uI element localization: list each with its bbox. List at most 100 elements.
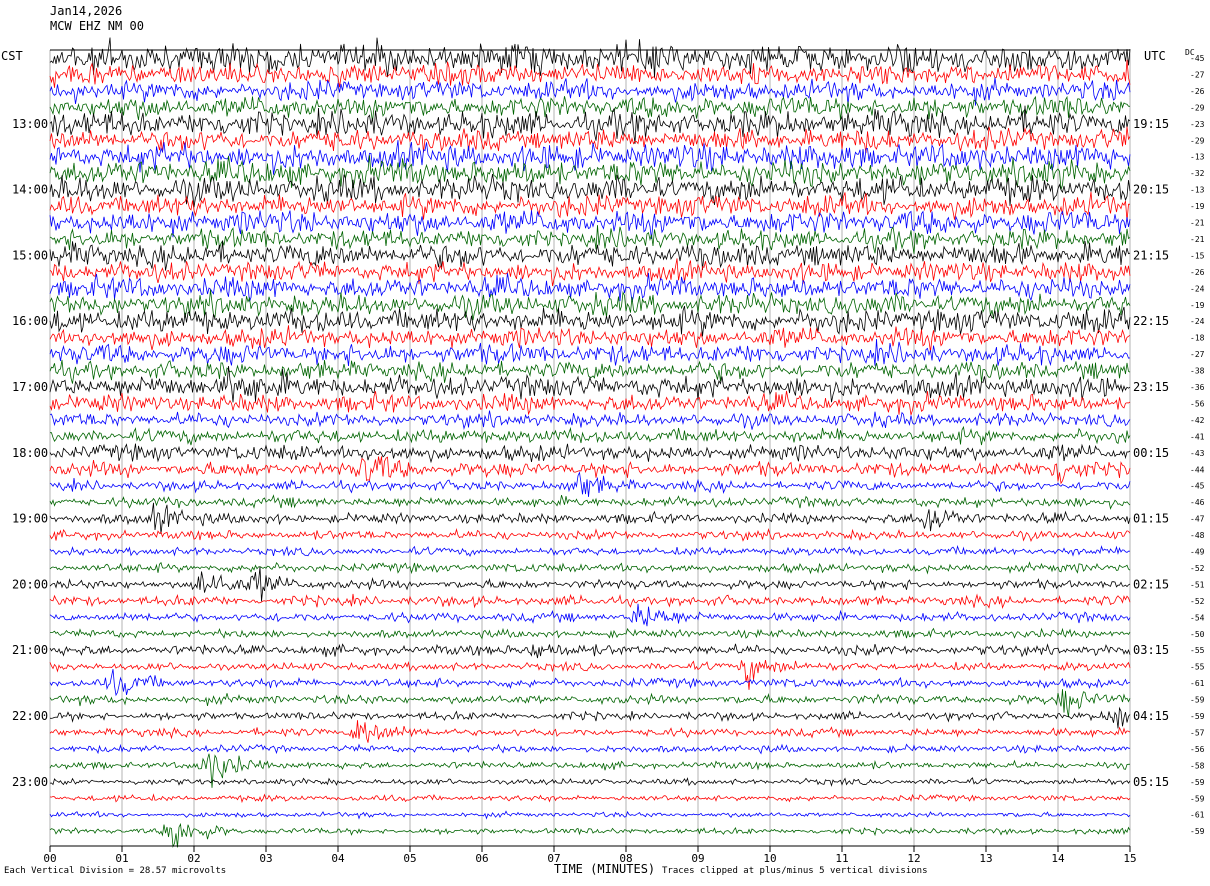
trace-16 <box>49 289 1131 321</box>
dc-offset-label: -55 <box>1190 646 1205 655</box>
trace-30 <box>49 527 1131 542</box>
dc-offset-label: -24 <box>1190 284 1205 293</box>
x-tick-label: 12 <box>907 852 920 865</box>
dc-offset-label: -26 <box>1190 268 1205 277</box>
trace-6 <box>49 126 1131 154</box>
trace-14 <box>49 258 1131 287</box>
trace-41 <box>49 706 1131 729</box>
dc-offset-label: -27 <box>1190 350 1205 359</box>
seismogram-plot: 00 01 02 03 04 05 06 07 08 09 10 11 12 13 14 15 13:0014… <box>12 37 1205 865</box>
trace-39 <box>49 669 1131 697</box>
right-hour-label: 22:15 <box>1133 314 1169 328</box>
x-tick-label: 09 <box>691 852 704 865</box>
dc-offset-label: -24 <box>1190 317 1205 326</box>
dc-offset-label: -36 <box>1190 383 1205 392</box>
trace-42 <box>49 720 1131 743</box>
dc-offset-label: -18 <box>1190 334 1205 343</box>
right-hour-label: 01:15 <box>1133 512 1169 526</box>
station-id: MCW EHZ NM 00 <box>50 19 144 33</box>
trace-47 <box>49 810 1131 820</box>
trace-1 <box>49 37 1131 79</box>
local-timezone-label: CST <box>1 49 23 63</box>
trace-13 <box>49 240 1131 271</box>
dc-offset-label: -21 <box>1190 219 1205 228</box>
trace-33 <box>49 566 1131 602</box>
left-hour-label: 16:00 <box>12 314 48 328</box>
left-hour-label: 21:00 <box>12 643 48 657</box>
left-hour-label: 22:00 <box>12 709 48 723</box>
dc-offset-label: -19 <box>1190 202 1205 211</box>
dc-offset-label: -42 <box>1190 416 1205 425</box>
trace-26 <box>49 456 1131 485</box>
dc-offset-label: -13 <box>1190 186 1205 195</box>
x-tick-label: 00 <box>43 852 56 865</box>
right-hour-label: 03:15 <box>1133 643 1169 657</box>
dc-offset-label: -61 <box>1190 811 1205 820</box>
dc-offset-label: -13 <box>1190 153 1205 162</box>
dc-offset-label: -48 <box>1190 531 1205 540</box>
dc-offset-label: -57 <box>1190 728 1205 737</box>
x-axis-title: TIME (MINUTES) <box>554 862 656 876</box>
trace-9 <box>49 173 1131 208</box>
x-tick-label: 15 <box>1123 852 1136 865</box>
dc-offset-label: -15 <box>1190 251 1205 260</box>
dc-offset-label: -23 <box>1190 120 1205 129</box>
dc-offset-label: -54 <box>1190 613 1205 622</box>
trace-48 <box>49 822 1131 848</box>
x-tick-label: 04 <box>331 852 345 865</box>
dc-offset-label: -56 <box>1190 745 1205 754</box>
dc-offset-label: -47 <box>1190 515 1205 524</box>
trace-10 <box>49 191 1131 222</box>
record-date: Jan14,2026 <box>50 4 123 18</box>
right-hour-label: 19:15 <box>1133 117 1169 131</box>
trace-36 <box>49 627 1131 640</box>
right-hour-label: 20:15 <box>1133 183 1169 197</box>
dc-offset-label: -52 <box>1190 597 1205 606</box>
dc-offset-label: -51 <box>1190 580 1205 589</box>
trace-46 <box>49 793 1131 804</box>
trace-32 <box>49 561 1131 575</box>
x-tick-label: 06 <box>475 852 488 865</box>
trace-37 <box>49 643 1131 659</box>
right-hour-label: 00:15 <box>1133 446 1169 460</box>
dc-offset-label: -59 <box>1190 696 1205 705</box>
left-hour-label: 15:00 <box>12 248 48 262</box>
trace-11 <box>49 210 1131 240</box>
dc-offset-label: -43 <box>1190 449 1205 458</box>
trace-4 <box>49 95 1131 122</box>
dc-offset-label: -32 <box>1190 169 1205 178</box>
trace-27 <box>49 471 1131 497</box>
dc-offset-label: -21 <box>1190 235 1205 244</box>
x-tick-label: 01 <box>115 852 128 865</box>
trace-25 <box>49 443 1131 464</box>
dc-offset-label: -49 <box>1190 548 1205 557</box>
left-hour-label: 23:00 <box>12 775 48 789</box>
trace-29 <box>49 502 1131 535</box>
trace-3 <box>49 77 1131 106</box>
right-hour-label: 21:15 <box>1133 248 1169 262</box>
trace-22 <box>49 390 1131 416</box>
left-hour-label: 18:00 <box>12 446 48 460</box>
dc-offset-label: -58 <box>1190 761 1205 770</box>
dc-offset-header: DC <box>1185 48 1195 57</box>
right-hour-label: 05:15 <box>1133 775 1169 789</box>
dc-offset-label: -29 <box>1190 103 1205 112</box>
trace-40 <box>49 689 1131 718</box>
dc-offset-label: -59 <box>1190 794 1205 803</box>
dc-offset-label: -52 <box>1190 564 1205 573</box>
dc-offset-label: -61 <box>1190 679 1205 688</box>
left-hour-label: 19:00 <box>12 512 48 526</box>
trace-23 <box>49 410 1131 430</box>
left-hour-label: 14:00 <box>12 183 48 197</box>
right-hour-label: 23:15 <box>1133 380 1169 394</box>
right-hour-label: 04:15 <box>1133 709 1169 723</box>
utc-timezone-label: UTC <box>1144 49 1166 63</box>
dc-offset-label: -59 <box>1190 712 1205 721</box>
dc-offset-label: -41 <box>1190 432 1205 441</box>
trace-31 <box>49 544 1131 558</box>
x-tick-label: 03 <box>259 852 272 865</box>
x-tick-label: 13 <box>979 852 992 865</box>
dc-offset-label: -44 <box>1190 465 1205 474</box>
x-tick-label: 14 <box>1051 852 1065 865</box>
x-tick-label: 11 <box>835 852 848 865</box>
